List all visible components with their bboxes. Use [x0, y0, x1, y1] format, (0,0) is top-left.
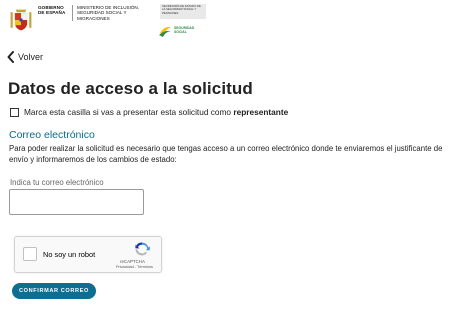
recaptcha-checkbox[interactable] [23, 247, 37, 261]
recaptcha-links[interactable]: Privacidad - Términos [116, 265, 153, 269]
recaptcha-widget: No soy un robot reCAPTCHA Privacidad - T… [14, 236, 162, 273]
email-input-label: Indica tu correo electrónico [10, 178, 104, 187]
ministry-name: MINISTERIO DE INCLUSIÓN, SEGURIDAD SOCIA… [72, 5, 153, 22]
secretaria-label: SECRETARÍA DE ESTADO DE LA SEGURIDAD SOC… [160, 4, 206, 19]
chevron-left-icon [7, 51, 14, 63]
representative-label: Marca esta casilla si vas a presentar es… [24, 107, 289, 117]
government-logo: GOBIERNO DE ESPAÑA MINISTERIO DE INCLUSI… [8, 5, 153, 35]
coat-of-arms-icon [10, 9, 32, 31]
gov-name: GOBIERNO DE ESPAÑA [38, 5, 66, 16]
email-description: Para poder realizar la solicitud es nece… [9, 144, 443, 164]
seguridad-social-logo: SEGURIDAD SOCIAL [158, 22, 208, 40]
email-section-title: Correo electrónico [9, 129, 95, 141]
representative-option: Marca esta casilla si vas a presentar es… [10, 107, 288, 117]
representative-bold: representante [233, 107, 289, 117]
recaptcha-logo-icon [135, 242, 150, 256]
representative-checkbox[interactable] [10, 107, 19, 117]
back-link[interactable]: Volver [7, 51, 43, 63]
site-header: GOBIERNO DE ESPAÑA MINISTERIO DE INCLUSI… [0, 0, 460, 44]
email-input[interactable] [9, 189, 144, 215]
confirm-email-button[interactable]: CONFIRMAR CORREO [12, 283, 96, 299]
recaptcha-label: No soy un robot [43, 250, 96, 259]
recaptcha-brand: reCAPTCHA [120, 259, 145, 264]
back-label: Volver [18, 52, 44, 62]
page-title: Datos de acceso a la solicitud [8, 79, 253, 98]
ss-emblem-icon [158, 26, 171, 37]
ss-name: SEGURIDAD SOCIAL [173, 26, 195, 34]
